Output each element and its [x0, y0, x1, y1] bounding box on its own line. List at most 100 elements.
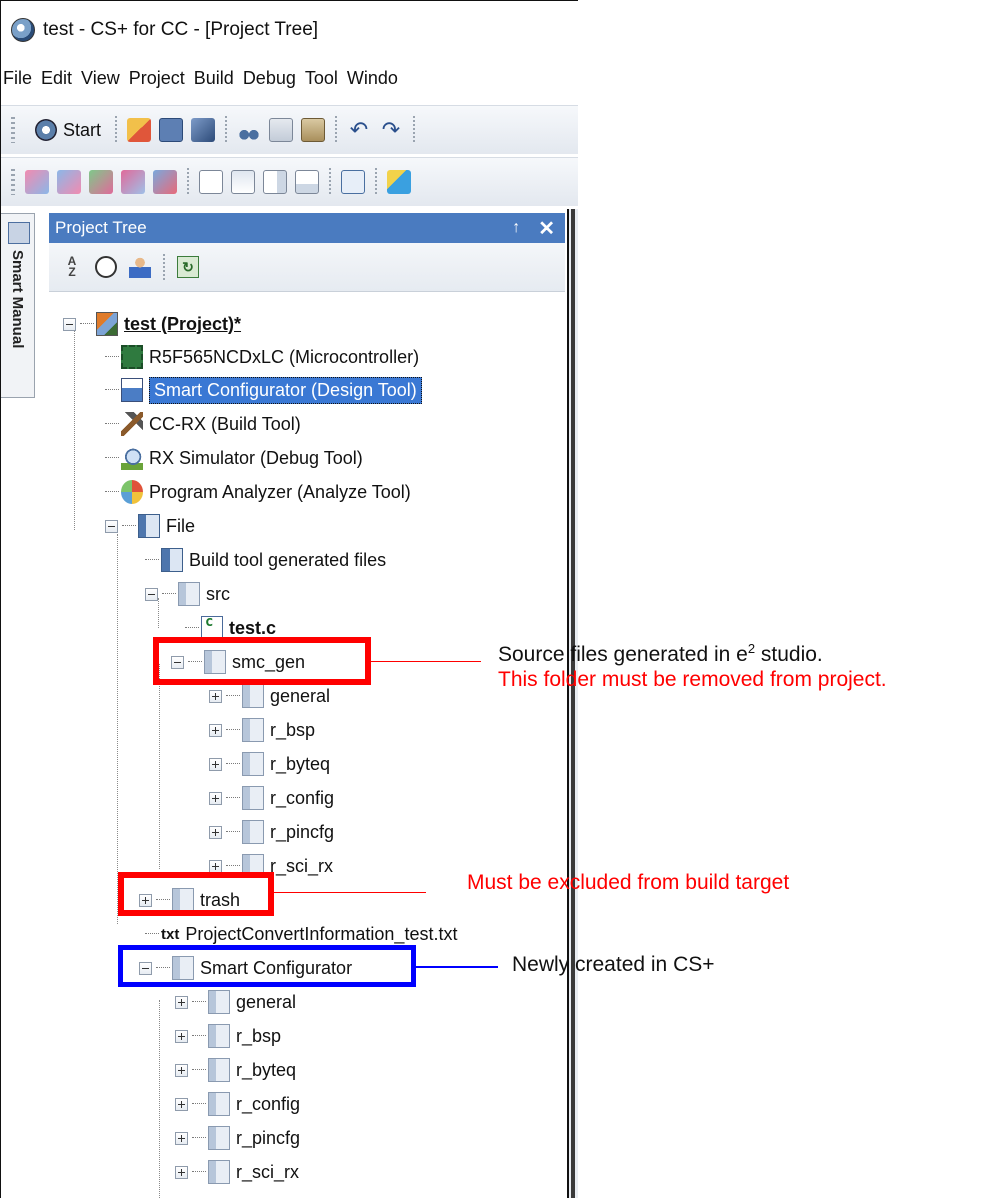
tree-item-smart-configurator-tool[interactable]: Smart Configurator (Design Tool)	[105, 374, 422, 406]
clock-icon[interactable]	[95, 256, 117, 278]
debug-tool-icon-3[interactable]	[89, 170, 113, 194]
simulator-icon	[121, 446, 143, 470]
folder-icon	[178, 582, 200, 606]
tree-item-smc-r-byteq[interactable]: r_byteq	[209, 748, 330, 780]
smart-manual-label: Smart Manual	[9, 250, 26, 349]
folder-icon	[242, 820, 264, 844]
debug-tool-icon-5[interactable]	[153, 170, 177, 194]
window-icon-5[interactable]	[341, 170, 365, 194]
folder-icon	[242, 752, 264, 776]
tree-item-src[interactable]: src	[145, 578, 230, 610]
toolbar-grip[interactable]	[11, 117, 15, 143]
folder-label: general	[270, 685, 331, 706]
menu-debug[interactable]: Debug	[243, 68, 296, 89]
folder-label: r_pincfg	[236, 1127, 301, 1148]
window-icon-4[interactable]	[295, 170, 319, 194]
folder-icon	[242, 786, 264, 810]
pin-icon[interactable]: ↑	[512, 219, 520, 237]
cut-icon[interactable]	[237, 118, 262, 142]
tree-item-smc-r-config[interactable]: r_config	[209, 782, 334, 814]
save-icon[interactable]	[159, 118, 184, 142]
menu-edit[interactable]: Edit	[41, 68, 72, 89]
menu-view[interactable]: View	[81, 68, 120, 89]
src-label: src	[206, 583, 230, 604]
microcontroller-icon	[121, 345, 143, 369]
tree-item-build-tool[interactable]: CC-RX (Build Tool)	[105, 408, 301, 440]
expand-icon[interactable]	[209, 825, 222, 839]
close-icon[interactable]: ✕	[538, 216, 555, 241]
trash-note: Must be excluded from build target	[467, 871, 790, 894]
folder-icon	[208, 1126, 230, 1150]
open-icon[interactable]	[127, 118, 152, 142]
menu-window[interactable]: Windo	[347, 68, 398, 89]
hammer-icon	[121, 412, 143, 436]
trash-callout-line	[274, 892, 426, 893]
expand-icon[interactable]	[209, 689, 222, 703]
tree-item-smc-r-pincfg[interactable]: r_pincfg	[209, 816, 334, 848]
expand-icon[interactable]	[209, 723, 222, 737]
debug-tool-icon-4[interactable]	[121, 170, 145, 194]
window-icon-3[interactable]	[263, 170, 287, 194]
toolbar-grip[interactable]	[11, 169, 15, 195]
tree-item-sc-r-sci-rx[interactable]: r_sci_rx	[175, 1156, 299, 1188]
tree-item-sc-r-byteq[interactable]: r_byteq	[175, 1054, 296, 1086]
tree-item-microcontroller[interactable]: R5F565NCDxLC (Microcontroller)	[105, 341, 419, 373]
tree-item-file[interactable]: File	[105, 510, 195, 542]
expand-icon[interactable]	[175, 995, 188, 1009]
toolbar-separator	[115, 116, 118, 144]
folder-label: r_bsp	[270, 719, 316, 740]
start-button[interactable]: Start	[27, 115, 109, 145]
expand-icon[interactable]	[175, 1131, 188, 1145]
expand-icon[interactable]	[175, 1063, 188, 1077]
smc-gen-note: Source files generated in e2 studio.	[498, 641, 823, 666]
collapse-icon[interactable]	[145, 587, 158, 601]
folder-label: r_pincfg	[270, 821, 335, 842]
folder-label: r_sci_rx	[270, 855, 334, 876]
expand-icon[interactable]	[209, 791, 222, 805]
menu-project[interactable]: Project	[129, 68, 185, 89]
menu-file[interactable]: File	[3, 68, 32, 89]
copy-icon[interactable]	[269, 118, 294, 142]
tree-item-sc-r-config[interactable]: r_config	[175, 1088, 300, 1120]
expand-icon[interactable]	[209, 859, 222, 873]
window-icon-1[interactable]	[199, 170, 223, 194]
redo-icon[interactable]: ↷	[379, 118, 403, 142]
collapse-icon[interactable]	[105, 519, 118, 533]
expand-icon[interactable]	[175, 1029, 188, 1043]
tree-item-project[interactable]: test (Project)*	[63, 308, 241, 340]
expand-icon[interactable]	[209, 757, 222, 771]
tree-item-build-generated[interactable]: Build tool generated files	[145, 544, 386, 576]
tree-item-debug-tool[interactable]: RX Simulator (Debug Tool)	[105, 442, 363, 474]
sort-icon[interactable]: AZ	[61, 255, 83, 278]
tree-item-sc-r-bsp[interactable]: r_bsp	[175, 1020, 281, 1052]
expand-icon[interactable]	[175, 1165, 188, 1179]
tree-item-smc-r-bsp[interactable]: r_bsp	[209, 714, 315, 746]
toolbar-separator	[375, 168, 377, 196]
refresh-icon[interactable]: ↻	[177, 256, 199, 278]
toolbar-separator	[329, 168, 331, 196]
highlight-icon[interactable]	[387, 170, 411, 194]
smart-configurator-highlight	[118, 945, 416, 987]
smart-manual-tab[interactable]: Smart Manual	[1, 213, 35, 398]
book-icon	[8, 222, 30, 244]
paste-icon[interactable]	[301, 118, 326, 142]
undo-icon[interactable]: ↶	[347, 118, 371, 142]
debug-tool-icon-2[interactable]	[57, 170, 81, 194]
folder-icon	[242, 684, 264, 708]
expand-icon[interactable]	[175, 1097, 188, 1111]
collapse-icon[interactable]	[63, 317, 76, 331]
tree-item-sc-r-pincfg[interactable]: r_pincfg	[175, 1122, 300, 1154]
test-c-label: test.c	[229, 617, 277, 638]
menu-tool[interactable]: Tool	[305, 68, 338, 89]
tree-item-sc-general[interactable]: general	[175, 986, 296, 1018]
save-all-icon[interactable]	[191, 118, 216, 142]
folder-icon	[208, 990, 230, 1014]
person-icon[interactable]	[129, 256, 151, 278]
folder-label: r_bsp	[236, 1025, 282, 1046]
debug-tool-icon-1[interactable]	[25, 170, 49, 194]
splitter-bar[interactable]	[567, 209, 578, 1198]
tree-item-analyze-tool[interactable]: Program Analyzer (Analyze Tool)	[105, 476, 411, 508]
window-icon-2[interactable]	[231, 170, 255, 194]
menu-build[interactable]: Build	[194, 68, 234, 89]
toolbar-separator	[187, 168, 189, 196]
